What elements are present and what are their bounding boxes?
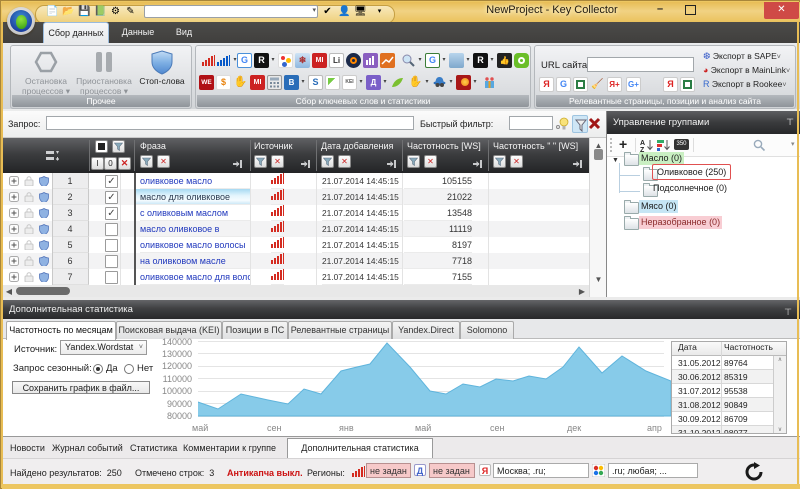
svg-text:A: A [640,140,645,147]
